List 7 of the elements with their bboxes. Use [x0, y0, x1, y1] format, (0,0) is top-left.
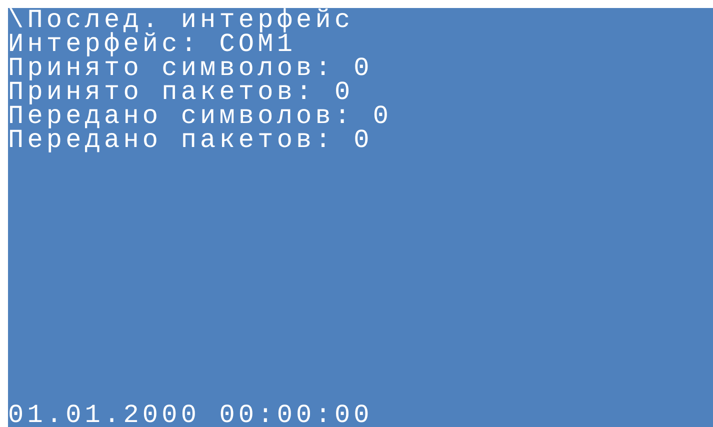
status-line: Передано пакетов: 0	[8, 128, 373, 152]
status-line: Принято пакетов: 0	[8, 80, 354, 104]
status-line: Принято символов: 0	[8, 56, 373, 80]
status-line: Интерфейс: COM1	[8, 32, 296, 56]
date-time: 01.01.2000 00:00:00	[8, 403, 373, 427]
menu-path-title: \Послед. интерфейс	[8, 8, 354, 32]
status-line: Передано символов: 0	[8, 104, 392, 128]
